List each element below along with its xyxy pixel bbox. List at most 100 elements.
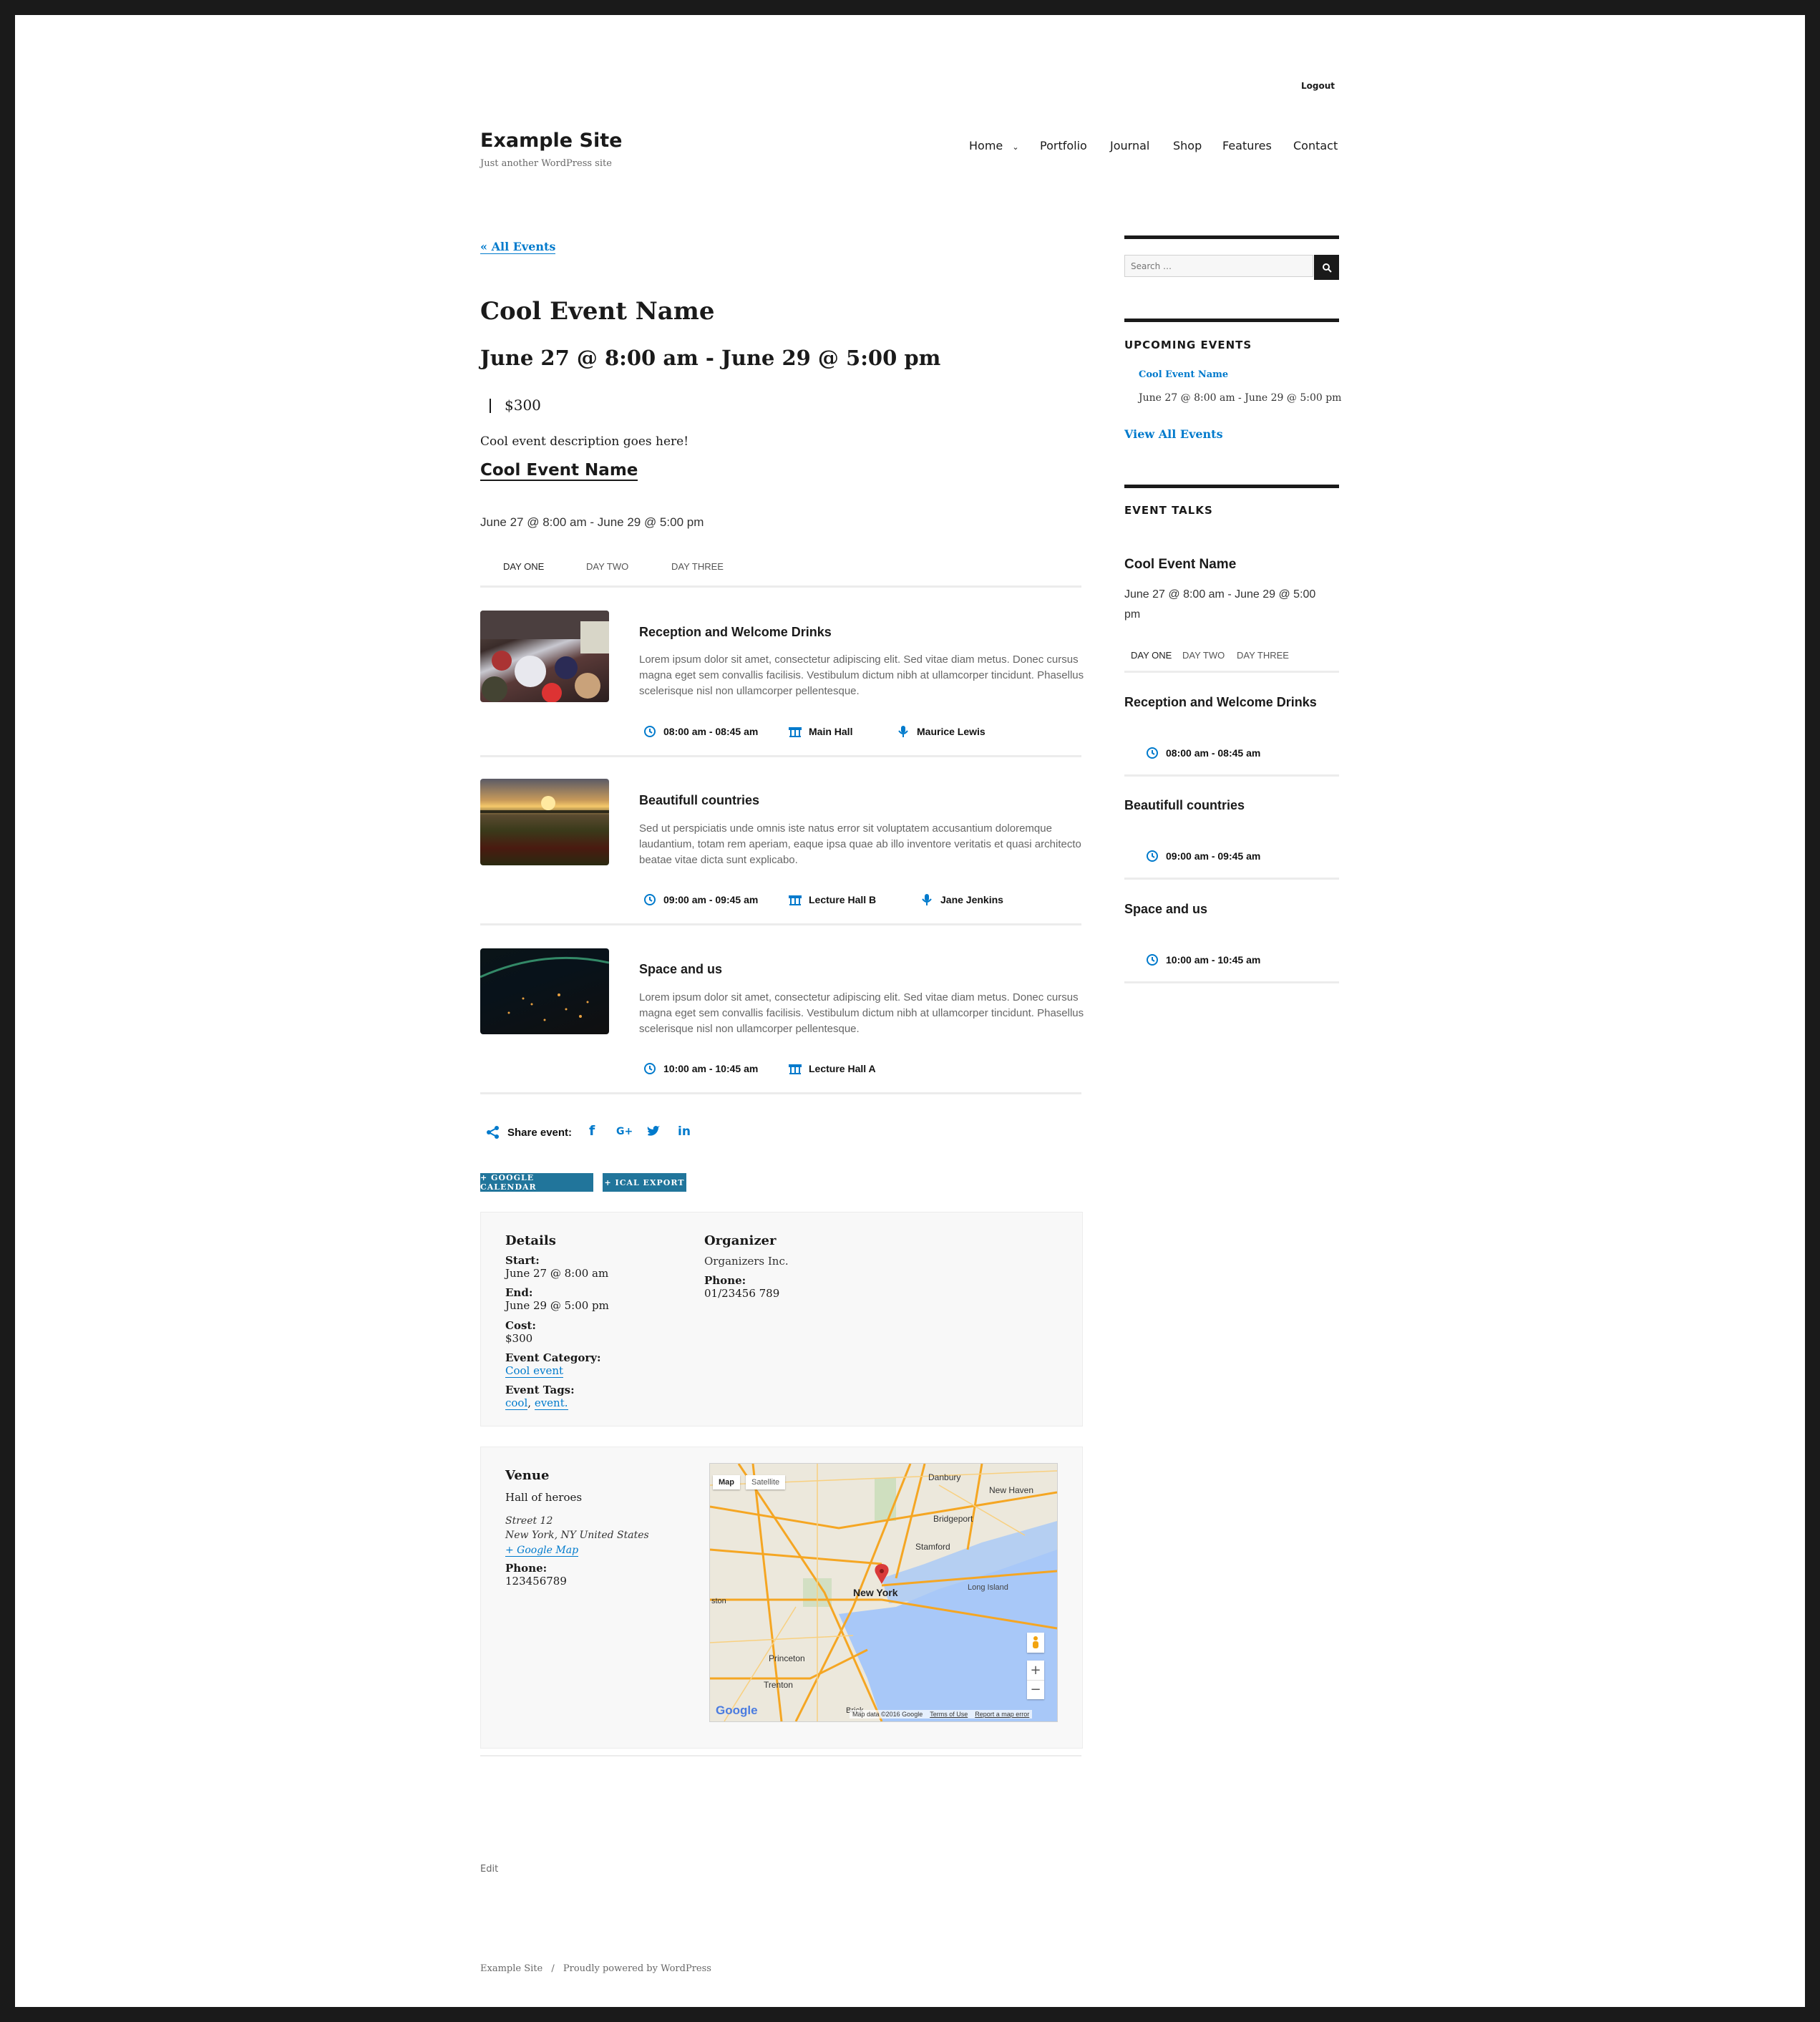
venue-street: Street 12 xyxy=(505,1515,553,1527)
sidebar-talk-title[interactable]: Reception and Welcome Drinks xyxy=(1124,695,1317,710)
tab-day-one[interactable]: DAY ONE xyxy=(503,561,544,572)
zoom-out-button[interactable]: − xyxy=(1027,1681,1044,1699)
nav-item-shop[interactable]: Shop xyxy=(1173,139,1202,152)
event-cost: $300 xyxy=(505,397,541,414)
tag-link-cool[interactable]: cool xyxy=(505,1396,528,1410)
map-label: Stamford xyxy=(915,1542,950,1552)
footer-site-link[interactable]: Example Site xyxy=(480,1963,542,1974)
zoom-controls: + − xyxy=(1027,1661,1044,1699)
tab-day-two[interactable]: DAY TWO xyxy=(586,561,628,572)
talk-speaker: Maurice Lewis xyxy=(897,725,986,738)
start-label: Start: xyxy=(505,1254,540,1267)
search-icon xyxy=(1322,263,1332,273)
google-map-link[interactable]: + Google Map xyxy=(505,1545,579,1557)
talk-thumbnail-space[interactable] xyxy=(480,948,609,1034)
map-label: Danbury xyxy=(928,1472,961,1482)
google-map[interactable]: Map Satellite Danbury New Haven Bridgepo… xyxy=(709,1463,1058,1722)
venue-phone-value: 123456789 xyxy=(505,1575,567,1588)
talk-location: Lecture Hall B xyxy=(789,893,876,906)
all-events-link-label: « All Events xyxy=(480,240,556,254)
talk-description: Lorem ipsum dolor sit amet, consectetur … xyxy=(639,991,1084,1035)
sidebar-tab-day-one[interactable]: DAY ONE xyxy=(1131,650,1172,661)
page: Logout Example Site Just another WordPre… xyxy=(15,15,1805,2007)
talk-location-label: Main Hall xyxy=(809,726,853,737)
talk-title[interactable]: Space and us xyxy=(639,962,722,977)
sidebar-talks-date: June 27 @ 8:00 am - June 29 @ 5:00 xyxy=(1124,588,1316,601)
google-map-link-label: + Google Map xyxy=(505,1545,579,1557)
nav-item-home[interactable]: Home ⌄ xyxy=(969,139,1019,152)
upcoming-event-link[interactable]: Cool Event Name xyxy=(1139,369,1228,380)
event-talks-heading: EVENT TALKS xyxy=(1124,504,1213,517)
talk-location: Lecture Hall A xyxy=(789,1062,876,1075)
sidebar-talk-divider xyxy=(1124,774,1339,777)
content-divider xyxy=(480,1755,1081,1756)
twitter-icon[interactable] xyxy=(646,1125,661,1141)
map-label: Bridgeport xyxy=(933,1514,973,1524)
share-icon xyxy=(487,1126,499,1139)
nav-item-contact[interactable]: Contact xyxy=(1293,139,1338,152)
ical-export-button[interactable]: + ICAL EXPORT xyxy=(603,1173,686,1192)
search-input[interactable] xyxy=(1124,255,1313,277)
view-all-events-link[interactable]: View All Events xyxy=(1124,427,1223,441)
clock-icon xyxy=(644,1063,656,1074)
site-title[interactable]: Example Site xyxy=(480,130,622,152)
upcoming-events-heading: UPCOMING EVENTS xyxy=(1124,339,1252,351)
talk-title[interactable]: Reception and Welcome Drinks xyxy=(639,625,832,640)
sidebar-talk-divider xyxy=(1124,981,1339,983)
footer-powered-link[interactable]: Proudly powered by WordPress xyxy=(563,1963,711,1974)
cost-label: Cost: xyxy=(505,1319,536,1332)
map-tab-satellite[interactable]: Satellite xyxy=(746,1475,786,1489)
talks-block-title-label: Cool Event Name xyxy=(480,461,638,481)
sidebar-talk-time-label: 10:00 am - 10:45 am xyxy=(1166,954,1261,966)
map-label: Trenton xyxy=(764,1680,793,1690)
tag-link-event[interactable]: event. xyxy=(534,1396,568,1410)
sidebar-tab-day-two[interactable]: DAY TWO xyxy=(1182,650,1225,661)
nav-item-journal[interactable]: Journal xyxy=(1110,139,1149,152)
venue-heading: Venue xyxy=(505,1468,550,1483)
map-tab-map[interactable]: Map xyxy=(713,1475,740,1489)
nav-item-portfolio[interactable]: Portfolio xyxy=(1040,139,1087,152)
tags-label: Event Tags: xyxy=(505,1384,575,1396)
share-event: Share event: xyxy=(486,1125,572,1139)
venue-name: Hall of heroes xyxy=(505,1491,583,1504)
google-plus-icon[interactable]: G+ xyxy=(616,1126,633,1137)
tab-day-three[interactable]: DAY THREE xyxy=(671,561,724,572)
map-report-link[interactable]: Report a map error xyxy=(975,1711,1029,1718)
sidebar-talk-title[interactable]: Beautifull countries xyxy=(1124,798,1245,813)
talk-title[interactable]: Beautifull countries xyxy=(639,793,759,808)
venue-phone-label: Phone: xyxy=(505,1562,548,1575)
organizer-heading: Organizer xyxy=(704,1233,777,1248)
zoom-in-button[interactable]: + xyxy=(1027,1661,1044,1681)
facebook-icon[interactable]: f xyxy=(589,1123,595,1139)
sidebar-tabs-divider xyxy=(1124,671,1339,673)
google-calendar-button[interactable]: + GOOGLE CALENDAR xyxy=(480,1173,593,1192)
sidebar-talks-date-wrap: pm xyxy=(1124,608,1141,621)
upcoming-event-date: June 27 @ 8:00 am - June 29 @ 5:00 pm xyxy=(1139,392,1342,404)
sidebar-talk-time-label: 09:00 am - 09:45 am xyxy=(1166,850,1261,862)
sidebar-tab-day-three[interactable]: DAY THREE xyxy=(1237,650,1289,661)
talk-divider xyxy=(480,923,1081,925)
talk-thumbnail-crowd[interactable] xyxy=(480,611,609,702)
sidebar-talk-title[interactable]: Space and us xyxy=(1124,902,1207,917)
category-label: Event Category: xyxy=(505,1351,601,1364)
search-button[interactable] xyxy=(1314,255,1339,280)
crowd-image xyxy=(480,611,609,702)
talk-time: 10:00 am - 10:45 am xyxy=(643,1062,758,1075)
map-data-credit: Map data ©2016 Google xyxy=(852,1711,923,1718)
search-form xyxy=(1124,255,1339,280)
street-view-pegman-icon[interactable] xyxy=(1027,1633,1044,1653)
all-events-link[interactable]: « All Events xyxy=(480,240,556,254)
edit-link[interactable]: Edit xyxy=(480,1864,498,1875)
sidebar-talks-title[interactable]: Cool Event Name xyxy=(1124,557,1236,573)
map-terms-link[interactable]: Terms of Use xyxy=(930,1711,968,1718)
organizer-phone-label: Phone: xyxy=(704,1274,746,1287)
talks-block-title[interactable]: Cool Event Name xyxy=(480,461,638,481)
logout-link[interactable]: Logout xyxy=(1301,81,1335,91)
nav-item-features[interactable]: Features xyxy=(1222,139,1272,152)
building-icon xyxy=(789,727,802,737)
sidebar-talk-divider xyxy=(1124,878,1339,880)
event-datetime: June 27 @ 8:00 am - June 29 @ 5:00 pm xyxy=(480,346,941,370)
talk-thumbnail-sunset[interactable] xyxy=(480,779,609,865)
category-link[interactable]: Cool event xyxy=(505,1364,564,1378)
linkedin-icon[interactable]: in xyxy=(678,1124,691,1139)
